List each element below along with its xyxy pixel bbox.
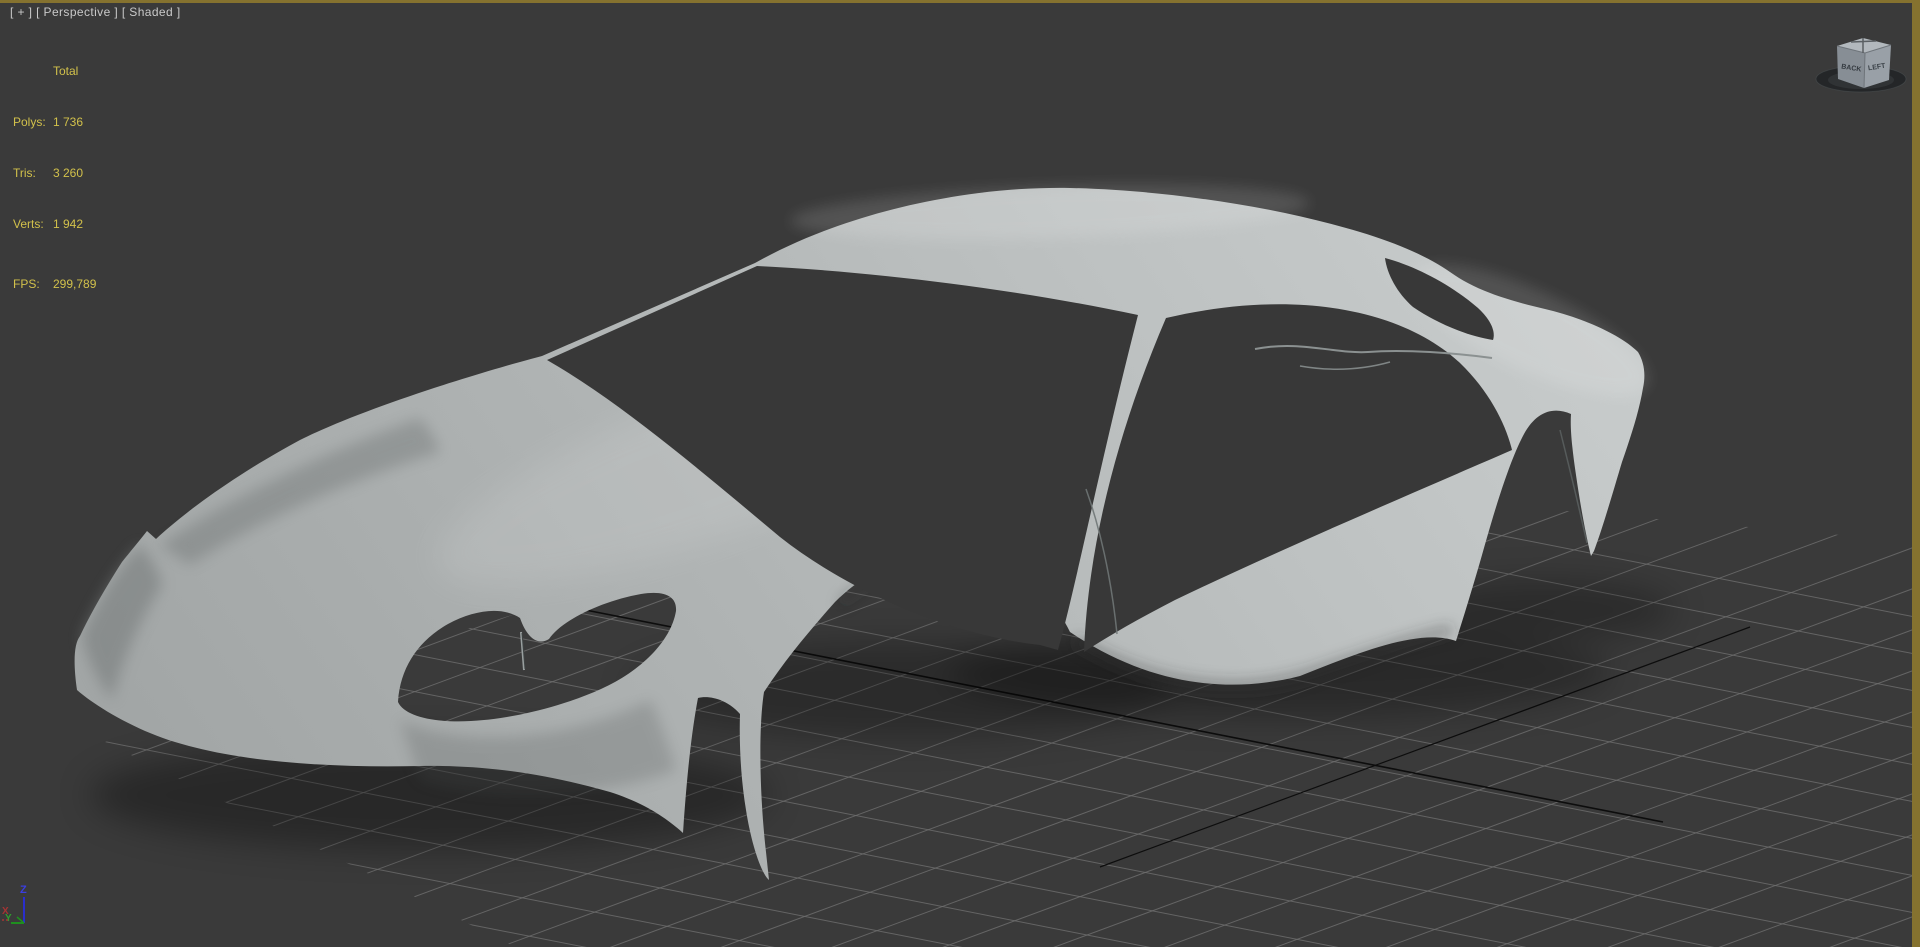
stats-tris-label: Tris: [13, 166, 36, 180]
stats-fps-value: 299,789 [53, 277, 97, 291]
stats-tris-value: 3 260 [53, 166, 84, 180]
stats-verts-label: Verts: [13, 217, 44, 231]
active-viewport-border-right [1912, 0, 1920, 947]
viewport-canvas[interactable]: BACK LEFT Z Y X [0, 0, 1920, 947]
stats-header-row: Total [53, 63, 96, 80]
x-axis-label: X [2, 906, 9, 917]
perspective-viewport[interactable]: BACK LEFT Z Y X [ + ] [ Perspective ] [ … [0, 0, 1920, 947]
viewport-label-menu[interactable]: [ + ] [ Perspective ] [ Shaded ] [10, 5, 181, 19]
stats-fps-label: FPS: [13, 277, 40, 291]
stats-total-header: Total [53, 64, 79, 78]
stats-verts-value: 1 942 [53, 217, 84, 231]
stats-polys-row: Polys: 1 736 [13, 114, 96, 131]
viewcube[interactable]: BACK LEFT [1815, 38, 1907, 93]
stats-polys-value: 1 736 [53, 115, 84, 129]
stats-tris-row: Tris: 3 260 [13, 165, 96, 182]
statistics-overlay: Total Polys: 1 736 Tris: 3 260 Verts: 1 … [13, 29, 96, 327]
stats-fps-row: FPS: 299,789 [13, 276, 96, 293]
active-viewport-border-top [0, 0, 1920, 3]
stats-verts-row: Verts: 1 942 [13, 216, 96, 233]
stats-polys-label: Polys: [13, 115, 46, 129]
axis-tripod: Z Y X [2, 884, 27, 924]
z-axis-label: Z [20, 884, 27, 896]
